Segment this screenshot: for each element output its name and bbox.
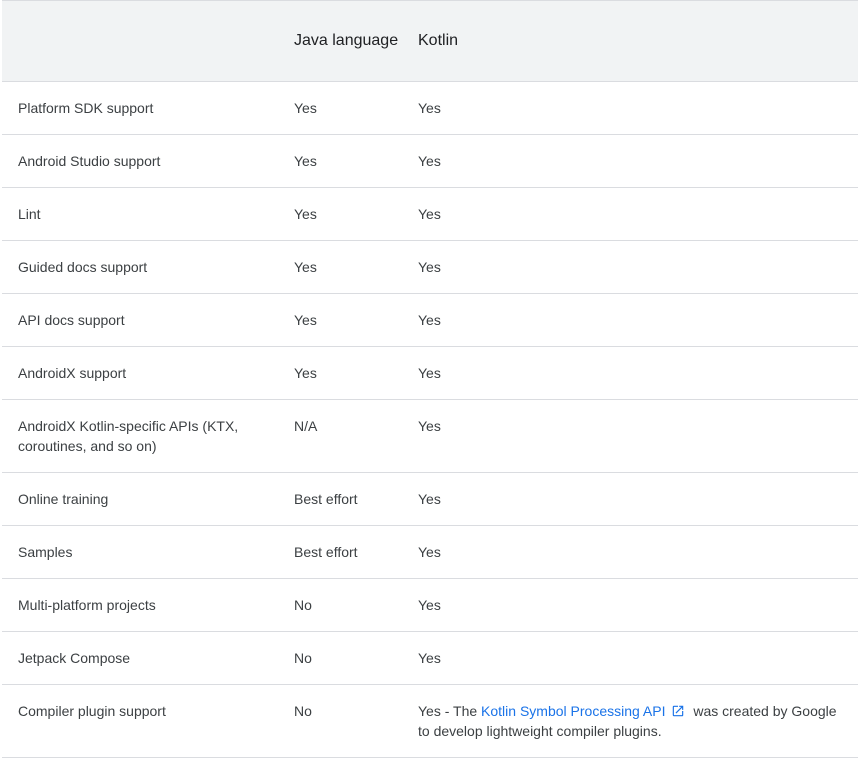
table-row: Android Studio support Yes Yes <box>2 134 858 188</box>
kotlin-cell: Yes <box>418 240 858 294</box>
feature-cell: Jetpack Compose <box>2 631 294 685</box>
feature-cell: Android Studio support <box>2 134 294 188</box>
kotlin-cell: Yes <box>418 187 858 241</box>
java-cell: Yes <box>294 346 418 400</box>
kotlin-cell: Yes <box>418 134 858 188</box>
feature-cell: AndroidX Kotlin-specific APIs (KTX, coro… <box>2 399 294 473</box>
kotlin-cell: Yes <box>418 81 858 135</box>
java-cell: Yes <box>294 187 418 241</box>
table-row: Platform SDK support Yes Yes <box>2 81 858 135</box>
kotlin-cell: Yes <box>418 293 858 347</box>
kotlin-cell: Yes <box>418 346 858 400</box>
ksp-link-text: Kotlin Symbol Processing API <box>481 703 666 719</box>
table-row: AndroidX support Yes Yes <box>2 346 858 400</box>
kotlin-cell: Yes <box>418 525 858 579</box>
feature-cell: Online training <box>2 472 294 526</box>
table-row: Jetpack Compose No Yes <box>2 631 858 685</box>
external-link-icon <box>673 705 684 717</box>
language-comparison-table: Java language Kotlin Platform SDK suppor… <box>2 0 858 758</box>
feature-cell: Guided docs support <box>2 240 294 294</box>
java-cell: Yes <box>294 81 418 135</box>
header-java: Java language <box>294 32 399 49</box>
kotlin-cell: Yes <box>418 399 858 473</box>
feature-cell: AndroidX support <box>2 346 294 400</box>
feature-cell: Samples <box>2 525 294 579</box>
table-row: Online training Best effort Yes <box>2 472 858 526</box>
table-row: Multi-platform projects No Yes <box>2 578 858 632</box>
header-kotlin: Kotlin <box>418 32 459 49</box>
table-row: AndroidX Kotlin-specific APIs (KTX, coro… <box>2 399 858 473</box>
feature-cell: API docs support <box>2 293 294 347</box>
feature-cell: Lint <box>2 187 294 241</box>
java-cell: N/A <box>294 399 418 473</box>
java-cell: Yes <box>294 293 418 347</box>
java-cell: No <box>294 578 418 632</box>
table-row: Samples Best effort Yes <box>2 525 858 579</box>
kotlin-cell: Yes <box>418 472 858 526</box>
java-cell: Yes <box>294 240 418 294</box>
feature-cell: Platform SDK support <box>2 81 294 135</box>
java-cell: Best effort <box>294 472 418 526</box>
java-cell: No <box>294 631 418 685</box>
kotlin-cell-prefix: Yes - The <box>418 703 482 719</box>
java-cell: Yes <box>294 134 418 188</box>
table-row: Guided docs support Yes Yes <box>2 240 858 294</box>
ksp-link[interactable]: Kotlin Symbol Processing API <box>481 703 689 719</box>
kotlin-cell: Yes <box>418 631 858 685</box>
table-header-row: Java language Kotlin <box>2 0 858 82</box>
kotlin-cell: Yes <box>418 578 858 632</box>
java-cell: Best effort <box>294 525 418 579</box>
header-feature <box>2 1 294 82</box>
table-row: Lint Yes Yes <box>2 187 858 241</box>
table-row: API docs support Yes Yes <box>2 293 858 347</box>
feature-cell: Multi-platform projects <box>2 578 294 632</box>
